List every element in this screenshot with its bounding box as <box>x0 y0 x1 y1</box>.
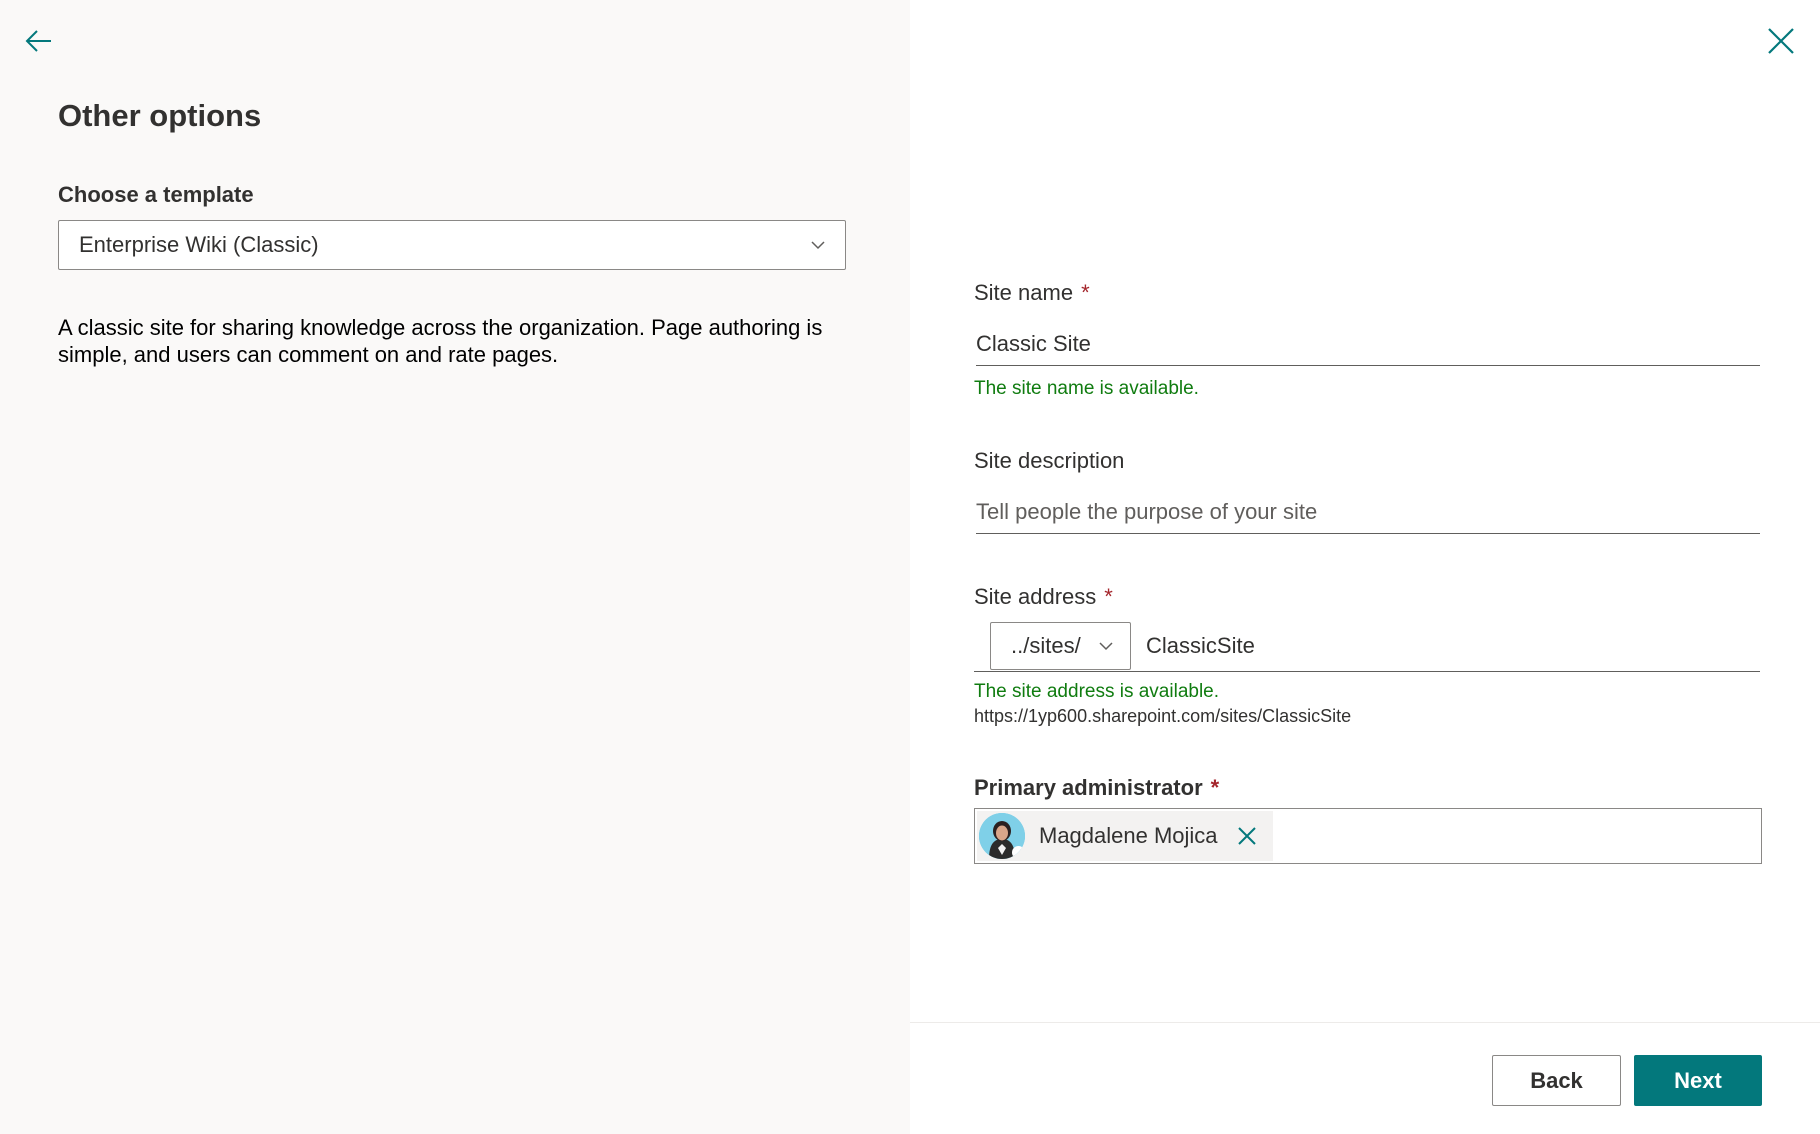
site-name-label: Site name * <box>974 280 1090 306</box>
site-name-status: The site name is available. <box>974 378 1199 399</box>
presence-indicator-icon <box>1012 846 1025 859</box>
close-button[interactable] <box>1762 22 1800 60</box>
site-description-label: Site description <box>974 448 1125 473</box>
primary-admin-label-text: Primary administrator <box>974 775 1203 800</box>
close-icon <box>1768 28 1794 54</box>
persona-chip[interactable]: Magdalene Mojica <box>977 811 1273 861</box>
site-full-url: https://1yp600.sharepoint.com/sites/Clas… <box>974 706 1352 726</box>
template-description: A classic site for sharing knowledge acr… <box>58 315 823 367</box>
site-address-label: Site address * <box>974 584 1113 610</box>
template-selected-value: Enterprise Wiki (Classic) <box>79 232 319 257</box>
template-dropdown[interactable]: Enterprise Wiki (Classic) <box>58 220 846 270</box>
footer-divider <box>910 1022 1820 1023</box>
site-address-prefix-dropdown[interactable]: ../sites/ <box>990 622 1131 670</box>
site-address-prefix: ../sites/ <box>1011 633 1081 658</box>
remove-icon <box>1238 827 1256 845</box>
site-address-input[interactable] <box>1146 624 1746 668</box>
site-name-input[interactable] <box>976 322 1760 366</box>
site-address-label-text: Site address <box>974 584 1097 609</box>
right-pane <box>910 0 1820 1134</box>
site-address-status: The site address is available. <box>974 681 1220 702</box>
persona-name: Magdalene Mojica <box>1039 823 1218 848</box>
site-address-field: ../sites/ <box>974 620 1760 672</box>
required-mark: * <box>1210 775 1220 800</box>
required-mark: * <box>1104 584 1113 609</box>
left-pane: Other options Choose a template Enterpri… <box>0 0 910 1134</box>
primary-admin-picker[interactable]: Magdalene Mojica <box>974 808 1762 864</box>
panel-title: Other options <box>58 98 262 133</box>
next-button[interactable]: Next <box>1634 1055 1762 1106</box>
primary-admin-label: Primary administrator * <box>974 775 1219 801</box>
chevron-down-icon <box>1099 642 1113 651</box>
required-mark: * <box>1081 280 1090 305</box>
template-label: Choose a template <box>58 182 254 207</box>
site-description-input[interactable] <box>976 490 1760 534</box>
back-arrow-icon <box>25 30 51 52</box>
avatar <box>979 813 1025 859</box>
back-button[interactable]: Back <box>1492 1055 1621 1106</box>
site-name-label-text: Site name <box>974 280 1074 305</box>
back-arrow-button[interactable] <box>22 24 56 58</box>
remove-person-button[interactable] <box>1235 824 1259 848</box>
chevron-down-icon <box>811 241 825 250</box>
